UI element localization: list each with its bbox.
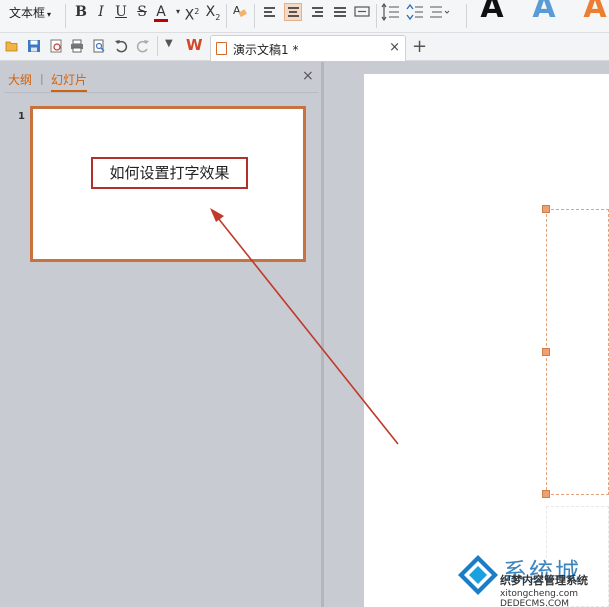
font-color-swatch	[154, 19, 168, 22]
close-icon[interactable]: ×	[389, 40, 400, 55]
wordart-style-blue[interactable]: A	[524, 0, 564, 25]
divider	[65, 4, 66, 28]
print-preview-icon[interactable]	[92, 39, 106, 53]
eraser-icon: A	[233, 4, 247, 18]
strikethrough-button[interactable]: S	[132, 2, 152, 22]
divider	[466, 4, 467, 28]
paragraph-spacing-button[interactable]	[405, 3, 423, 21]
watermark-logo-icon	[458, 555, 498, 595]
undo-icon[interactable]	[114, 39, 128, 53]
bullet-list-icon	[430, 6, 450, 18]
underline-button[interactable]: U	[111, 2, 131, 22]
watermark-line2: xitongcheng.com DEDECMS.COM	[500, 589, 609, 607]
superscript-button[interactable]: X2	[182, 2, 202, 24]
line-spacing-button[interactable]	[381, 2, 399, 22]
panel-tabs: 大纲 | 幻灯片 ×	[0, 62, 321, 92]
resize-handle[interactable]	[542, 205, 550, 213]
justify-button[interactable]	[331, 3, 349, 21]
bullet-list-button[interactable]	[428, 3, 450, 21]
wps-logo-icon[interactable]: W	[186, 36, 203, 54]
wordart-style-orange[interactable]: A	[575, 0, 609, 25]
slide-panel: 大纲 | 幻灯片 × 1 如何设置打字效果	[0, 62, 321, 607]
clear-format-button[interactable]: A	[229, 2, 249, 22]
tab-separator: |	[40, 72, 44, 85]
divider	[157, 36, 158, 56]
distribute-button[interactable]	[353, 3, 371, 21]
divider	[376, 4, 377, 28]
distribute-icon	[354, 6, 370, 17]
new-tab-button[interactable]: +	[412, 36, 427, 57]
font-color-icon: A	[156, 4, 166, 20]
close-icon[interactable]: ×	[302, 68, 314, 84]
italic-button[interactable]: I	[91, 2, 111, 22]
document-tab-label: 演示文稿1 *	[233, 43, 299, 57]
align-left-button[interactable]	[261, 3, 279, 21]
subscript-button[interactable]: X2	[203, 2, 223, 22]
document-tab[interactable]: 演示文稿1 * ×	[210, 35, 406, 61]
watermark-line1: 织梦内容管理系统	[500, 574, 588, 587]
chevron-down-icon: ▾	[47, 10, 52, 19]
chevron-down-icon[interactable]: ▼	[165, 38, 173, 49]
align-center-button[interactable]	[284, 3, 302, 21]
subscript-mark: 2	[215, 12, 221, 22]
slide-thumbnail[interactable]: 如何设置打字效果	[30, 106, 306, 262]
ribbon-toolbar: 文本框 ▾ B I U S A ▾ X2 X2 A A A A	[0, 0, 609, 33]
paragraph-spacing-icon	[406, 3, 423, 21]
wordart-style-black[interactable]: A	[472, 0, 512, 25]
watermark-domain: DEDECMS.COM	[500, 599, 569, 607]
redo-icon[interactable]	[136, 39, 150, 53]
title-placeholder[interactable]	[546, 209, 609, 495]
divider	[254, 4, 255, 28]
align-right-button[interactable]	[309, 3, 327, 21]
tab-slides[interactable]: 幻灯片	[51, 71, 88, 92]
superscript-base: X	[184, 7, 195, 24]
line-spacing-icon	[381, 2, 399, 22]
slide-number: 1	[18, 111, 25, 122]
resize-handle[interactable]	[542, 490, 550, 498]
save-icon[interactable]	[27, 39, 41, 53]
bold-button[interactable]: B	[71, 2, 91, 22]
open-folder-icon[interactable]	[5, 39, 19, 53]
divider	[4, 92, 318, 93]
presentation-doc-icon	[216, 42, 227, 55]
tab-outline[interactable]: 大纲	[8, 71, 32, 88]
divider	[226, 4, 227, 28]
export-pdf-icon[interactable]	[49, 39, 63, 53]
thumbnail-title-text: 如何设置打字效果	[91, 157, 248, 189]
quick-access-bar: ▼ W 演示文稿1 * × +	[0, 33, 609, 61]
watermark-url: xitongcheng.com	[500, 589, 578, 599]
textbox-dropdown[interactable]: 文本框 ▾	[9, 4, 51, 21]
resize-handle[interactable]	[542, 348, 550, 356]
subscript-base: X	[205, 4, 216, 20]
superscript-mark: 2	[194, 7, 200, 16]
print-icon[interactable]	[70, 39, 84, 53]
